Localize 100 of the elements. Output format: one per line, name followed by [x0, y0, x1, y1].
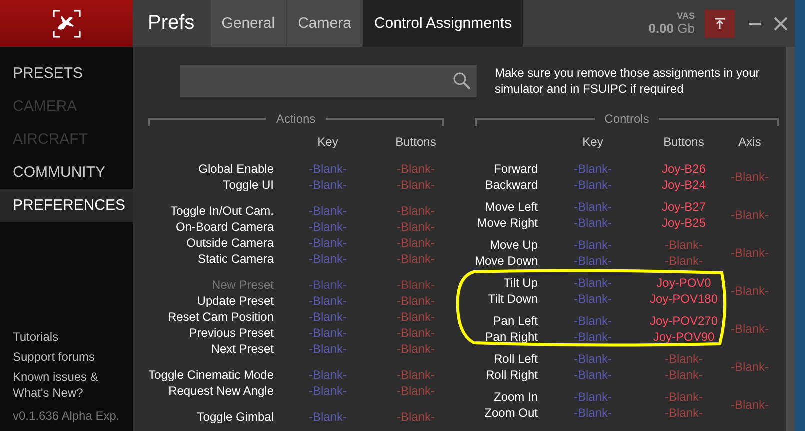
key-binding[interactable]: -Blank- — [538, 313, 648, 329]
sidebar-link[interactable]: Support forums — [13, 349, 113, 365]
button-binding[interactable]: -Blank- — [382, 341, 450, 357]
key-binding[interactable]: -Blank- — [538, 275, 648, 291]
action-label: Request New Angle — [168, 383, 274, 399]
tab[interactable]: Control Assignments — [363, 0, 524, 47]
key-binding[interactable]: -Blank- — [274, 383, 382, 399]
button-binding[interactable]: -Blank- — [648, 389, 720, 405]
action-label: Roll Right — [484, 367, 538, 383]
action-label: On-Board Camera — [174, 219, 274, 235]
action-label: Tilt Up — [502, 275, 538, 291]
button-binding[interactable]: Joy-POV270 — [648, 313, 720, 329]
key-binding[interactable]: -Blank- — [538, 291, 648, 307]
key-binding[interactable]: -Blank- — [538, 329, 648, 345]
key-binding[interactable]: -Blank- — [538, 215, 648, 231]
close-icon — [774, 16, 788, 30]
action-label: Toggle UI — [222, 177, 274, 193]
key-binding[interactable]: -Blank- — [538, 237, 648, 253]
button-binding[interactable]: Joy-POV0 — [648, 275, 720, 291]
button-binding[interactable]: -Blank- — [382, 177, 450, 193]
button-binding[interactable]: -Blank- — [648, 237, 720, 253]
sidebar-link[interactable]: Known issues & What's New? — [13, 369, 113, 401]
key-binding[interactable]: -Blank- — [538, 351, 648, 367]
axis-binding[interactable]: -Blank- — [720, 313, 780, 345]
button-binding[interactable]: -Blank- — [382, 161, 450, 177]
axis-binding[interactable]: -Blank- — [720, 275, 780, 307]
button-binding[interactable]: -Blank- — [382, 367, 450, 383]
button-binding[interactable]: -Blank- — [382, 383, 450, 399]
upload-icon — [714, 18, 726, 30]
tab[interactable]: General — [210, 0, 288, 47]
action-label: Zoom Out — [484, 405, 538, 421]
pin-button[interactable] — [705, 10, 735, 38]
key-binding[interactable]: -Blank- — [274, 177, 382, 193]
key-binding[interactable]: -Blank- — [538, 253, 648, 269]
action-label: Previous Preset — [188, 325, 274, 341]
key-binding[interactable]: -Blank- — [274, 325, 382, 341]
button-binding[interactable]: -Blank- — [648, 351, 720, 367]
axis-binding[interactable]: -Blank- — [720, 389, 780, 421]
button-binding[interactable]: -Blank- — [382, 251, 450, 267]
action-label: Next Preset — [210, 341, 274, 357]
axis-binding[interactable]: -Blank- — [720, 199, 780, 231]
window-title: Prefs — [147, 11, 196, 36]
button-binding[interactable]: -Blank- — [382, 409, 450, 425]
button-binding[interactable]: Joy-POV90 — [648, 329, 720, 345]
sidebar-item[interactable]: COMMUNITY — [0, 156, 133, 189]
key-binding[interactable]: -Blank- — [538, 199, 648, 215]
button-binding[interactable]: -Blank- — [382, 203, 450, 219]
scrollbar[interactable] — [786, 47, 795, 431]
key-binding[interactable]: -Blank- — [274, 235, 382, 251]
axis-binding[interactable]: -Blank- — [720, 237, 780, 269]
action-label: Reset Cam Position — [166, 309, 274, 325]
key-binding[interactable]: -Blank- — [538, 177, 648, 193]
button-binding[interactable]: Joy-B25 — [648, 215, 720, 231]
key-binding[interactable]: -Blank- — [274, 309, 382, 325]
key-binding[interactable]: -Blank- — [538, 405, 648, 421]
sidebar-link[interactable]: Tutorials — [13, 329, 113, 345]
key-binding[interactable]: -Blank- — [274, 293, 382, 309]
button-binding[interactable]: Joy-B27 — [648, 199, 720, 215]
column-header: Buttons — [662, 134, 706, 151]
action-label: Move Down — [475, 253, 538, 269]
key-binding[interactable]: -Blank- — [274, 367, 382, 383]
key-binding[interactable]: -Blank- — [538, 367, 648, 383]
button-binding[interactable]: -Blank- — [382, 309, 450, 325]
button-binding[interactable]: -Blank- — [382, 219, 450, 235]
button-binding[interactable]: -Blank- — [382, 235, 450, 251]
button-binding[interactable]: -Blank- — [382, 293, 450, 309]
key-binding[interactable]: -Blank- — [274, 161, 382, 177]
tab[interactable]: Camera — [287, 0, 364, 47]
minimize-icon — [748, 22, 762, 24]
key-binding[interactable]: -Blank- — [538, 389, 648, 405]
key-binding[interactable]: -Blank- — [274, 341, 382, 357]
action-label: Pan Right — [484, 329, 538, 345]
key-binding[interactable]: -Blank- — [274, 219, 382, 235]
action-label: Move Up — [488, 237, 538, 253]
axis-binding[interactable]: -Blank- — [720, 351, 780, 383]
key-binding[interactable]: -Blank- — [274, 251, 382, 267]
action-label: Static Camera — [196, 251, 274, 267]
key-binding[interactable]: -Blank- — [274, 409, 382, 425]
action-label: Update Preset — [196, 293, 274, 309]
button-binding[interactable]: -Blank- — [648, 367, 720, 383]
action-label: Roll Left — [492, 351, 538, 367]
button-binding[interactable]: Joy-B26 — [648, 161, 720, 177]
action-label: Toggle Gimbal — [196, 409, 274, 425]
button-binding[interactable]: -Blank- — [648, 405, 720, 421]
action-label: Backward — [484, 177, 538, 193]
button-binding[interactable]: -Blank- — [382, 325, 450, 341]
key-binding[interactable]: -Blank- — [538, 161, 648, 177]
axis-binding[interactable]: -Blank- — [720, 161, 780, 193]
button-binding[interactable]: -Blank- — [648, 253, 720, 269]
action-label: Forward — [492, 161, 538, 177]
action-label: New Preset — [210, 277, 274, 293]
key-binding[interactable]: -Blank- — [274, 203, 382, 219]
action-label: Move Left — [484, 199, 538, 215]
column-header: Axis — [738, 134, 762, 151]
sidebar-item[interactable]: PRESETS — [0, 57, 133, 90]
sidebar-item[interactable]: PREFERENCES — [0, 189, 133, 222]
button-binding[interactable]: Joy-B24 — [648, 177, 720, 193]
section-title: Actions — [276, 112, 316, 126]
button-binding[interactable]: Joy-POV180 — [648, 291, 720, 307]
search-field[interactable] — [180, 65, 477, 97]
